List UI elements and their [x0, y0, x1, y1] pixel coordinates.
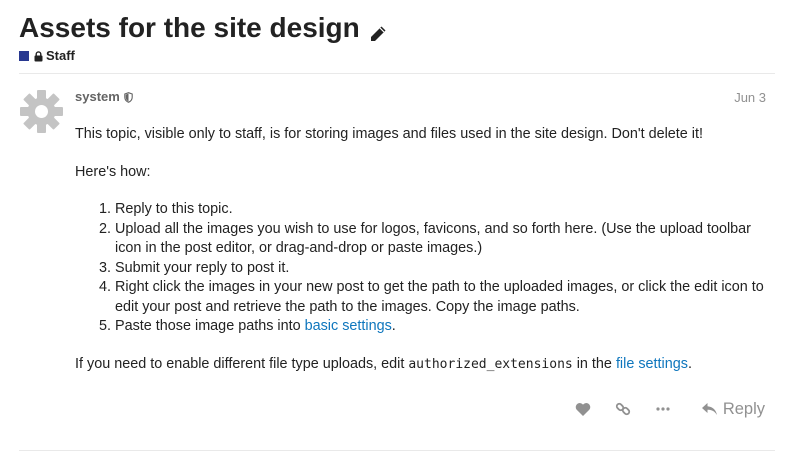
avatar[interactable]	[19, 89, 64, 134]
steps-list: Reply to this topic. Upload all the imag…	[115, 200, 775, 337]
list-item: Right click the images in your new post …	[115, 278, 775, 317]
header-divider	[19, 73, 775, 74]
lock-icon	[34, 50, 43, 62]
ellipsis-icon	[656, 407, 670, 411]
moderator-shield-icon	[124, 91, 133, 103]
gear-icon	[20, 90, 63, 133]
heart-icon	[575, 402, 591, 416]
footer-suffix: .	[687, 355, 692, 372]
step5-text: Paste those image paths into	[115, 318, 305, 334]
basic-settings-link[interactable]: basic settings	[305, 318, 392, 334]
category-badge[interactable]: Staff	[19, 48, 75, 63]
post-username[interactable]: system	[75, 89, 133, 104]
topic-title: Assets for the site design	[19, 11, 388, 45]
footer-middle: in the	[572, 355, 616, 372]
category-color-square	[19, 50, 29, 61]
post-bottom-divider	[19, 450, 775, 451]
list-item: Paste those image paths into basic setti…	[115, 317, 775, 337]
post-actions: Reply	[563, 396, 775, 422]
category-name: Staff	[46, 48, 75, 63]
reply-arrow-icon	[701, 403, 717, 415]
edit-title-pencil-icon[interactable]	[368, 18, 388, 41]
footer-prefix: If you need to enable different file typ…	[75, 355, 409, 372]
username-text: system	[75, 89, 120, 104]
list-item: Submit your reply to post it.	[115, 259, 775, 279]
list-item: Reply to this topic.	[115, 200, 775, 220]
file-settings-link[interactable]: file settings	[616, 356, 688, 372]
howto-heading: Here's how:	[75, 163, 151, 180]
reply-label: Reply	[722, 399, 765, 418]
list-item: Upload all the images you wish to use fo…	[115, 220, 775, 259]
post-date[interactable]: Jun 3	[734, 90, 766, 105]
link-icon	[615, 402, 630, 416]
post-body: This topic, visible only to staff, is fo…	[75, 125, 775, 392]
copy-link-button[interactable]	[603, 396, 643, 422]
authorized-extensions-code: authorized_extensions	[408, 356, 573, 372]
more-options-button[interactable]	[643, 396, 683, 422]
topic-title-text: Assets for the site design	[19, 12, 360, 43]
post-footer-text: If you need to enable different file typ…	[75, 355, 775, 375]
like-button[interactable]	[563, 396, 603, 422]
step5-suffix: .	[391, 318, 396, 334]
post-intro: This topic, visible only to staff, is fo…	[75, 126, 703, 142]
reply-button[interactable]: Reply	[691, 396, 775, 422]
